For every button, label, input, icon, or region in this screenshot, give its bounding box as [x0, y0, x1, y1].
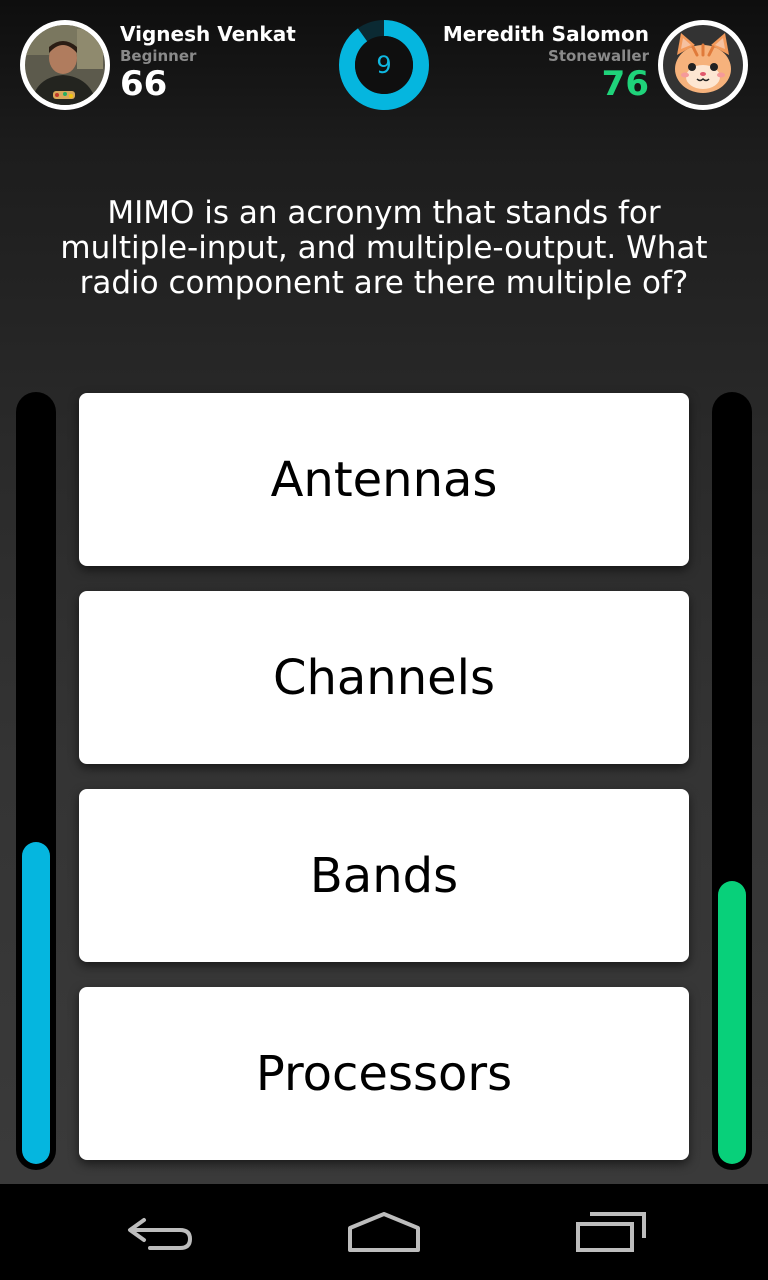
answer-button-bands[interactable]: Bands [79, 789, 689, 962]
cat-avatar-icon [663, 25, 743, 105]
player-right-photo [663, 25, 743, 105]
player-left-info: Vignesh Venkat Beginner 66 [120, 22, 296, 102]
answer-button-channels[interactable]: Channels [79, 591, 689, 764]
player-right-name: Meredith Salomon [442, 22, 649, 46]
nav-back-button[interactable] [110, 1202, 210, 1262]
player-left-rank: Beginner [120, 47, 197, 65]
player-right-info: Meredith Salomon Stonewaller 76 [443, 22, 649, 102]
answer-button-processors[interactable]: Processors [79, 987, 689, 1160]
player-left-photo [25, 25, 105, 105]
player-right-progress-track [712, 392, 752, 1170]
question-text: MIMO is an acronym that stands for multi… [60, 195, 708, 301]
countdown-timer: 9 [339, 20, 429, 110]
game-header: Vignesh Venkat Beginner 66 9 Meredith Sa… [0, 0, 768, 130]
player-left-avatar[interactable] [20, 20, 110, 110]
player-left-score: 66 [120, 64, 168, 104]
player-right-rank: Stonewaller [548, 47, 649, 65]
player-left-name: Vignesh Venkat [120, 22, 296, 46]
system-nav-bar [0, 1184, 768, 1280]
nav-home-button[interactable] [334, 1202, 434, 1262]
player-left-progress-track [16, 392, 56, 1170]
home-icon [348, 1212, 420, 1252]
person-photo-icon [25, 25, 105, 105]
player-right-progress-fill [718, 881, 746, 1164]
timer-value: 9 [376, 51, 392, 79]
player-right-score: 76 [601, 64, 649, 104]
back-icon [128, 1218, 193, 1250]
recent-apps-icon [576, 1212, 646, 1252]
answer-button-antennas[interactable]: Antennas [79, 393, 689, 566]
player-right-avatar[interactable] [658, 20, 748, 110]
nav-recents-button[interactable] [560, 1202, 660, 1262]
player-left-progress-fill [22, 842, 50, 1164]
